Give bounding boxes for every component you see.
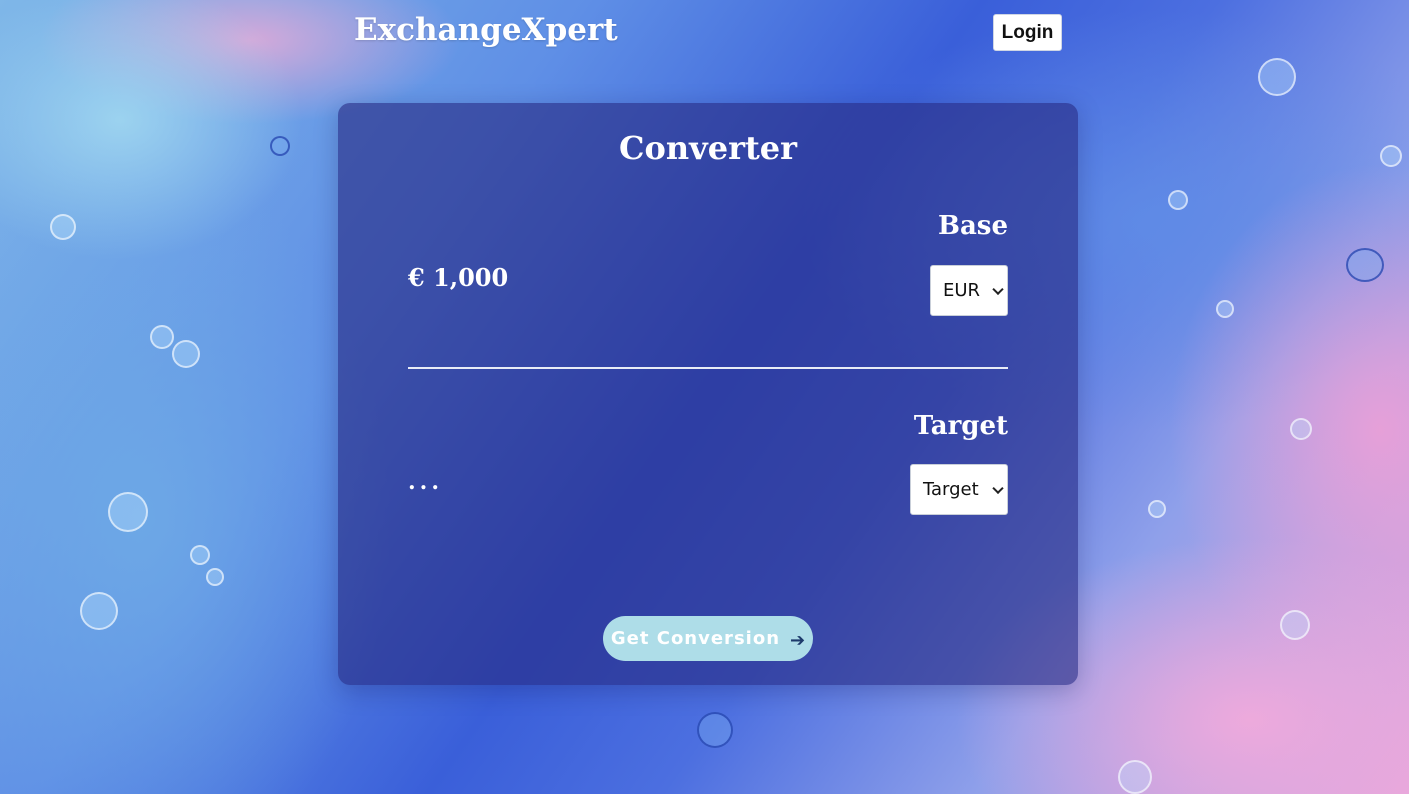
- get-conversion-button-label: Get Conversion: [610, 628, 781, 649]
- bubble-decoration: [270, 136, 290, 156]
- target-label: Target: [913, 411, 1008, 441]
- bubble-decoration: [190, 545, 210, 565]
- base-currency-select-value: EUR: [943, 280, 981, 301]
- bubble-decoration: [1258, 58, 1296, 96]
- bubble-decoration: [150, 325, 174, 349]
- chevron-down-icon: [992, 283, 1004, 295]
- bubble-decoration: [1148, 500, 1166, 518]
- bubble-decoration: [1290, 418, 1312, 440]
- target-currency-select[interactable]: Target: [910, 464, 1008, 515]
- bubble-decoration: [1380, 145, 1402, 167]
- bubble-decoration: [1346, 248, 1384, 282]
- bubble-decoration: [80, 592, 118, 630]
- bubble-decoration: [697, 712, 733, 748]
- base-currency-select[interactable]: EUR: [930, 265, 1008, 316]
- bubble-decoration: [1216, 300, 1234, 318]
- bubble-decoration: [1280, 610, 1310, 640]
- base-amount-value: € 1,000: [408, 263, 509, 292]
- bubble-decoration: [206, 568, 224, 586]
- converted-result-value: ...: [408, 469, 443, 495]
- bubble-decoration: [1118, 760, 1152, 794]
- bubble-decoration: [1168, 190, 1188, 210]
- get-conversion-button[interactable]: Get Conversion ➔: [603, 616, 813, 661]
- chevron-down-icon: [992, 482, 1004, 494]
- target-currency-select-value: Target: [923, 479, 979, 500]
- divider: [408, 367, 1008, 369]
- bubble-decoration: [50, 214, 76, 240]
- converter-title: Converter: [619, 129, 797, 167]
- arrow-right-icon: ➔: [790, 629, 806, 651]
- brand-logo-text[interactable]: ExchangeXpert: [354, 12, 618, 48]
- bubble-decoration: [172, 340, 200, 368]
- login-button[interactable]: Login: [993, 14, 1062, 51]
- converter-card: Converter Base € 1,000 EUR Target ... Ta…: [338, 103, 1078, 685]
- bubble-decoration: [108, 492, 148, 532]
- base-label: Base: [937, 211, 1008, 241]
